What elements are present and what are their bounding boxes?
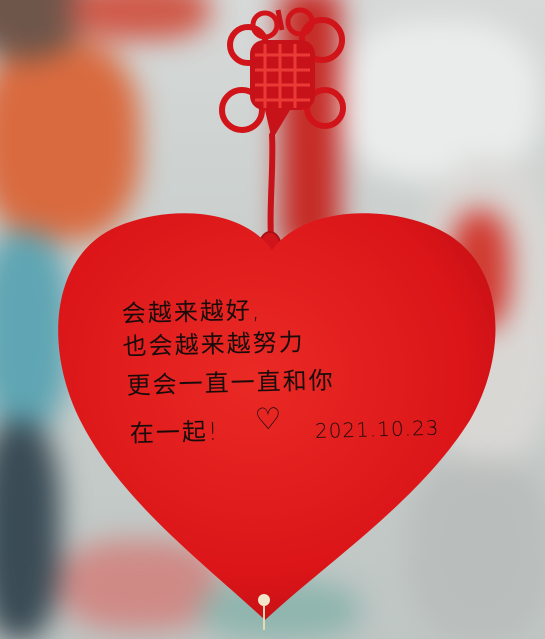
date-text: 2021.10.23 [314, 415, 440, 443]
handwritten-message: 会越来越好, 也会越来越努力 更会一直一直和你 在一起! ♡ 2021.10.2… [0, 0, 545, 639]
message-line-4: 在一起! [129, 417, 220, 448]
message-line-2: 也会越来越努力 [122, 328, 305, 361]
message-line-3: 更会一直一直和你 [126, 366, 335, 400]
photo-scene: 会越来越好, 也会越来越努力 更会一直一直和你 在一起! ♡ 2021.10.2… [0, 0, 545, 639]
heart-doodle-icon: ♡ [254, 401, 284, 438]
